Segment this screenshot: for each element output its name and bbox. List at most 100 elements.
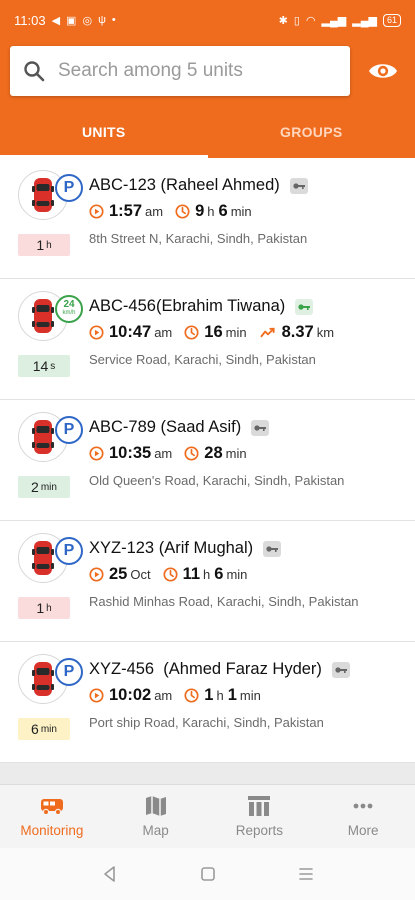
visibility-toggle-button[interactable]	[366, 57, 400, 85]
distance-unit: km	[316, 325, 335, 340]
duration-minutes: 1	[227, 686, 237, 704]
play-circle-icon	[89, 688, 104, 703]
search-input[interactable]	[58, 60, 328, 82]
duration-minutes: 16	[204, 323, 223, 341]
volume-icon: ◀	[51, 14, 61, 27]
nav-reports[interactable]: Reports	[208, 785, 312, 848]
state-duration-value: 1	[36, 600, 45, 616]
back-icon[interactable]	[101, 865, 119, 883]
system-navigation-bar	[0, 848, 415, 900]
duration-minutes: 6	[214, 565, 224, 583]
speed-unit: km/h	[62, 310, 76, 316]
unit-card[interactable]: P 2 min ABC-789 (Saad Asif) 10:35 am 28 min…	[0, 400, 415, 521]
tab-groups[interactable]: GROUPS	[208, 106, 415, 158]
unit-card[interactable]: P 6 min XYZ-456 (Ahmed Faraz Hyder) 10:02…	[0, 642, 415, 763]
unit-card[interactable]: P 1h XYZ-123 (Arif Mughal) 25 Oct 11 h 6 min…	[0, 521, 415, 642]
search-icon	[24, 61, 45, 82]
state-duration-unit: h	[46, 602, 52, 614]
state-duration-badge: 14 s	[18, 355, 70, 377]
bluetooth-icon: ✱	[278, 14, 288, 27]
unit-address: Service Road, Karachi, Sindh, Pakistan	[89, 352, 316, 367]
app-header: UNITS GROUPS	[0, 40, 415, 158]
clock-icon	[184, 446, 199, 461]
time-unit: am	[154, 325, 173, 340]
unit-title: XYZ-456 (Ahmed Faraz Hyder)	[89, 660, 350, 679]
state-duration-value: 6	[31, 721, 39, 737]
tab-units[interactable]: UNITS	[0, 106, 208, 158]
clock-icon	[163, 567, 178, 582]
unit-name: ABC-123 (Raheel Ahmed)	[89, 176, 280, 194]
parked-badge: P	[55, 416, 83, 444]
duration-hours-unit: h	[207, 204, 215, 219]
unit-card[interactable]: 24 km/h 14 s ABC-456(Ebrahim Tiwana) 10:4…	[0, 279, 415, 400]
time-value: 10:35	[109, 444, 152, 462]
unit-metrics: 10:02 am 1 h 1 min	[89, 686, 273, 705]
unit-address: Rashid Minhas Road, Karachi, Sindh, Paki…	[89, 594, 359, 609]
state-duration-unit: min	[40, 723, 57, 735]
key-icon	[263, 540, 282, 557]
state-duration-badge: 1h	[18, 234, 70, 256]
truck-icon	[40, 799, 63, 816]
nav-map-label: Map	[142, 823, 169, 838]
last-message-metric: 25 Oct	[89, 565, 151, 584]
duration-minutes-unit: min	[225, 325, 247, 340]
last-message-metric: 10:02 am	[89, 686, 172, 705]
nav-more-label: More	[347, 823, 379, 838]
notification-app-icon: ▣	[66, 14, 77, 27]
duration-minutes: 6	[218, 202, 228, 220]
duration-metric: 16 min	[184, 323, 247, 342]
nav-monitoring-label: Monitoring	[20, 823, 84, 838]
state-duration-badge: 6 min	[18, 718, 70, 740]
duration-minutes-unit: min	[226, 567, 248, 582]
home-icon[interactable]	[199, 865, 217, 883]
nav-monitoring[interactable]: Monitoring	[0, 785, 104, 848]
nav-reports-label: Reports	[235, 823, 284, 838]
unit-name: ABC-456(Ebrahim Tiwana)	[89, 297, 286, 315]
unit-address: Old Queen's Road, Karachi, Sindh, Pakist…	[89, 473, 345, 488]
usb-icon: ψ	[98, 14, 106, 26]
recents-icon[interactable]	[297, 865, 315, 883]
duration-metric: 28 min	[184, 444, 247, 463]
unit-card[interactable]: P 1h ABC-123 (Raheel Ahmed) 1:57 am 9 h 6 mi…	[0, 158, 415, 279]
key-icon	[251, 419, 270, 436]
car-icon	[32, 662, 54, 696]
clock-icon	[184, 688, 199, 703]
clock-icon	[175, 204, 190, 219]
unit-metrics: 10:47 am 16 min 8.37 km	[89, 323, 346, 342]
unit-metrics: 10:35 am 28 min	[89, 444, 259, 463]
whatsapp-icon: ◎	[82, 14, 93, 27]
state-duration-badge: 1h	[18, 597, 70, 619]
duration-minutes-unit: min	[230, 204, 252, 219]
last-message-metric: 1:57 am	[89, 202, 163, 221]
tab-bar: UNITS GROUPS	[0, 106, 415, 158]
duration-hours-unit: h	[203, 567, 211, 582]
signal-2-icon: ▂▄▆	[352, 14, 377, 27]
unit-address: Port ship Road, Karachi, Sindh, Pakistan	[89, 715, 324, 730]
more-icon	[353, 803, 373, 809]
search-bar[interactable]	[10, 46, 350, 96]
nav-map[interactable]: Map	[104, 785, 208, 848]
battery-icon: 61	[382, 13, 401, 27]
time-value: 10:47	[109, 323, 152, 341]
duration-hours: 11	[182, 565, 201, 583]
parked-badge: P	[55, 174, 83, 202]
status-bar: 11:03 ◀ ▣ ◎ ψ • ✱ ▯ ◠ ▂▄▆ ▂▄▆ 61	[0, 0, 415, 40]
nav-more[interactable]: More	[311, 785, 415, 848]
distance-metric: 8.37 km	[259, 323, 334, 342]
time-unit: am	[154, 446, 173, 461]
key-icon	[289, 177, 308, 194]
time-unit: am	[154, 688, 173, 703]
car-icon	[32, 178, 54, 212]
unit-metrics: 1:57 am 9 h 6 min	[89, 202, 264, 221]
unit-title: XYZ-123 (Arif Mughal)	[89, 539, 282, 558]
duration-hours-unit: h	[216, 688, 224, 703]
unit-name: XYZ-456 (Ahmed Faraz Hyder)	[89, 660, 322, 678]
unit-list: P 1h ABC-123 (Raheel Ahmed) 1:57 am 9 h 6 mi…	[0, 158, 415, 763]
state-duration-badge: 2 min	[18, 476, 70, 498]
reports-icon	[248, 796, 271, 816]
state-duration-unit: min	[40, 481, 57, 493]
state-duration-unit: s	[50, 360, 56, 372]
unit-name: XYZ-123 (Arif Mughal)	[89, 539, 254, 557]
time-value: 25	[109, 565, 128, 583]
distance-value: 8.37	[281, 323, 314, 341]
